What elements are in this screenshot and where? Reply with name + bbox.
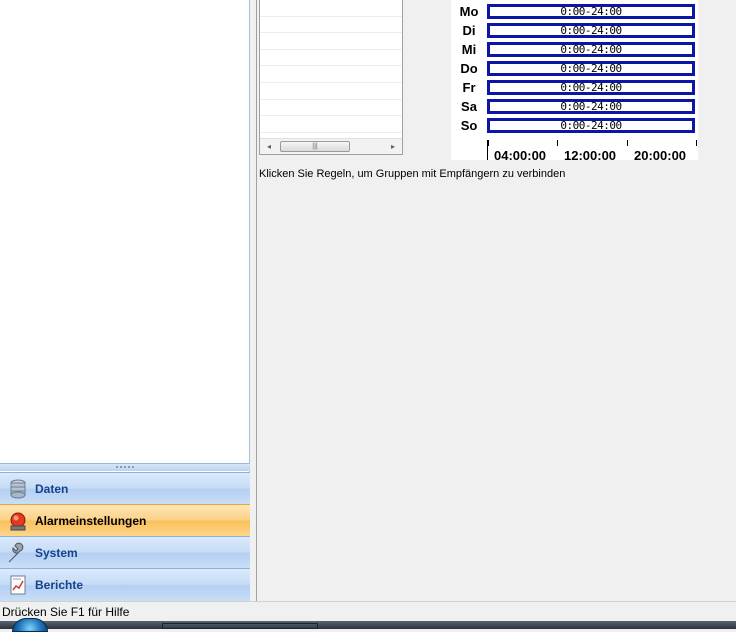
schedule-row: Fr 0:00-24:00: [451, 78, 698, 97]
day-label: Fr: [462, 80, 476, 95]
rules-list[interactable]: ◂ ||| ▸: [259, 0, 403, 155]
list-item[interactable]: [260, 116, 402, 133]
pane-splitter-handle[interactable]: [0, 463, 250, 471]
start-button-icon[interactable]: [12, 618, 48, 632]
day-label: Mi: [461, 42, 477, 57]
schedule-bar[interactable]: 0:00-24:00: [487, 4, 695, 19]
schedule-bar[interactable]: 0:00-24:00: [487, 99, 695, 114]
list-item[interactable]: [260, 50, 402, 67]
status-text: Drücken Sie F1 für Hilfe: [2, 605, 130, 619]
list-item[interactable]: [260, 83, 402, 100]
list-item[interactable]: [260, 100, 402, 117]
schedule-row: Sa 0:00-24:00: [451, 97, 698, 116]
nav-button-system[interactable]: System: [0, 536, 250, 568]
vertical-splitter[interactable]: [250, 0, 257, 601]
axis-tick: [488, 140, 489, 146]
nav-label-system: System: [35, 545, 78, 560]
axis-label: 04:00:00: [494, 148, 547, 163]
day-label: So: [460, 118, 478, 133]
scroll-right-arrow-icon[interactable]: ▸: [387, 141, 399, 153]
schedule-bar[interactable]: 0:00-24:00: [487, 42, 695, 57]
nav-label-alarmeinstellungen: Alarmeinstellungen: [35, 513, 147, 528]
schedule-bar[interactable]: 0:00-24:00: [487, 61, 695, 76]
day-label: Mo: [459, 4, 479, 19]
list-item[interactable]: [260, 66, 402, 83]
schedule-row: So 0:00-24:00: [451, 116, 698, 135]
list-item[interactable]: [260, 33, 402, 50]
list-item[interactable]: [260, 0, 402, 17]
schedule-bar[interactable]: 0:00-24:00: [487, 80, 695, 95]
nav-label-berichte: Berichte: [35, 578, 84, 592]
day-label: Sa: [461, 99, 477, 114]
taskbar: [0, 621, 736, 629]
schedule-bar[interactable]: 0:00-24:00: [487, 23, 695, 38]
axis-label: 12:00:00: [564, 148, 617, 163]
nav-button-alarmeinstellungen[interactable]: Alarmeinstellungen: [0, 504, 250, 536]
schedule-bar[interactable]: 0:00-24:00: [487, 118, 695, 133]
hint-text: Klicken Sie Regeln, um Gruppen mit Empfä…: [259, 168, 566, 180]
day-label: Do: [460, 61, 478, 76]
axis-tick: [557, 140, 558, 146]
day-label: Di: [462, 23, 476, 38]
nav-button-daten[interactable]: Daten: [0, 472, 250, 504]
report-icon: [7, 574, 29, 596]
wrench-icon: [7, 542, 29, 564]
time-axis: 04:00:00 12:00:00 20:00:00: [487, 140, 698, 163]
schedule-row: Do 0:00-24:00: [451, 59, 698, 78]
weekly-schedule-chart: Mo 0:00-24:00 Di 0:00-24:00 Mi 0:00-24:00 Do 0:…: [451, 0, 698, 163]
list-item[interactable]: [260, 17, 402, 34]
axis-tick: [696, 140, 697, 146]
taskbar-item[interactable]: [162, 623, 318, 629]
schedule-row: Mo 0:00-24:00: [451, 2, 698, 21]
axis-tick: [627, 140, 628, 146]
schedule-row: Di 0:00-24:00: [451, 21, 698, 40]
axis-label: 20:00:00: [634, 148, 687, 163]
database-icon: [7, 478, 29, 500]
alarm-siren-icon: [7, 510, 29, 532]
scroll-left-arrow-icon[interactable]: ◂: [263, 141, 275, 153]
scrollbar-thumb[interactable]: |||: [280, 141, 350, 152]
horizontal-scrollbar[interactable]: ◂ ||| ▸: [260, 138, 402, 154]
nav-button-berichte[interactable]: Berichte: [0, 568, 250, 601]
status-bar: Drücken Sie F1 für Hilfe: [0, 601, 736, 621]
schedule-row: Mi 0:00-24:00: [451, 40, 698, 59]
nav-label-daten: Daten: [35, 481, 69, 496]
